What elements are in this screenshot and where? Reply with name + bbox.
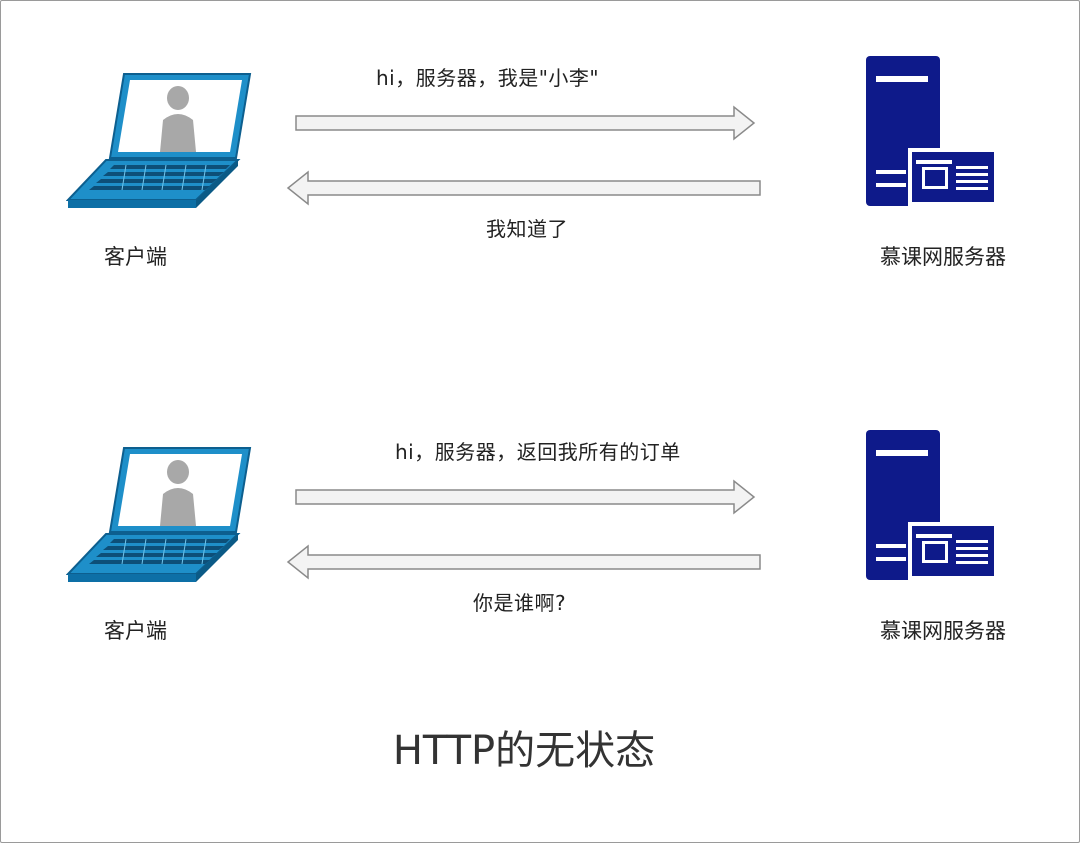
scenario-2: hi，服务器，返回我所有的订单 你是谁啊? 客户端 慕课网服务器 <box>0 374 1080 674</box>
request-message: hi，服务器，我是"小李" <box>376 66 600 90</box>
laptop-user-icon <box>66 447 252 582</box>
request-arrow <box>295 105 756 141</box>
client-label: 客户端 <box>104 245 167 269</box>
laptop-user-icon <box>66 73 252 208</box>
diagram-caption: HTTP的无状态 <box>392 728 656 774</box>
response-message: 我知道了 <box>486 217 568 241</box>
client-label: 客户端 <box>104 619 167 643</box>
scenario-1: hi，服务器，我是"小李" 我知道了 客户端 慕课网服务器 <box>0 0 1080 300</box>
request-message: hi，服务器，返回我所有的订单 <box>395 440 681 464</box>
request-arrow <box>295 479 756 515</box>
server-icon <box>866 430 998 580</box>
server-label: 慕课网服务器 <box>880 245 1006 269</box>
server-icon <box>866 56 998 206</box>
response-message: 你是谁啊? <box>473 591 567 615</box>
response-arrow <box>286 544 761 580</box>
server-label: 慕课网服务器 <box>880 619 1006 643</box>
response-arrow <box>286 170 761 206</box>
